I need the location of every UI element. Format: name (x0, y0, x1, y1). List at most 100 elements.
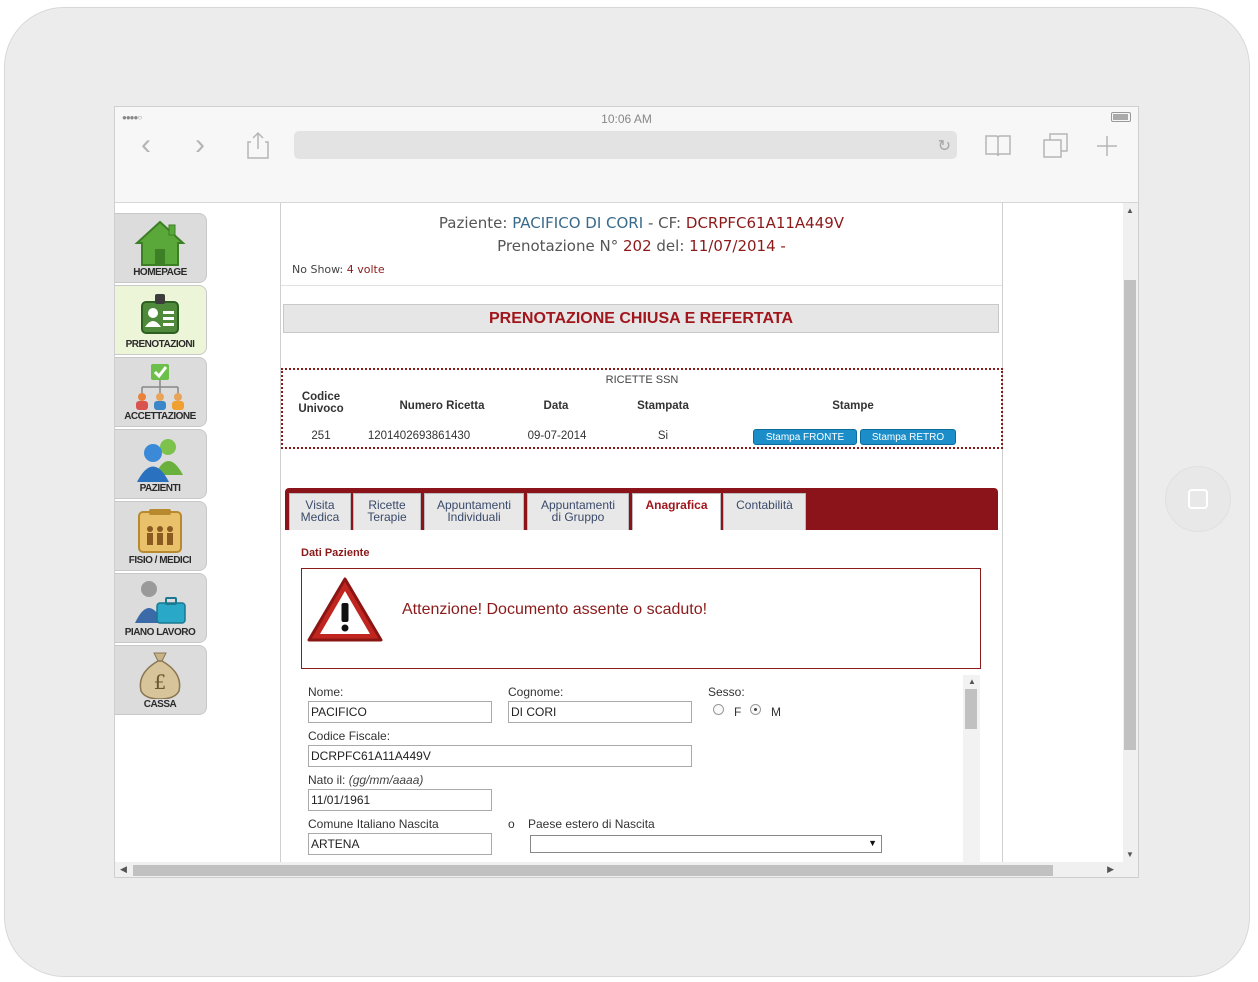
staff-icon (138, 509, 182, 553)
reload-icon[interactable]: ↻ (938, 136, 951, 156)
cognome-label: Cognome: (508, 685, 564, 699)
document-alert: Attenzione! Documento assente o scaduto! (301, 568, 981, 669)
sidebar-item-cassa[interactable]: £ CASSA (115, 645, 207, 715)
tab-bar: Visita Medica Ricette Terapie Appuntamenti… (285, 488, 998, 530)
status-banner: PRENOTAZIONE CHIUSA E REFERTATA (283, 304, 999, 333)
col-header-numero: Numero Ricetta (399, 400, 485, 412)
page-horizontal-scrollbar[interactable]: ◀ ▶ (115, 862, 1138, 877)
id-badge-icon (141, 294, 179, 334)
scroll-left-icon[interactable]: ◀ (120, 864, 127, 875)
cell-data: 09-07-2014 (527, 430, 587, 442)
section-title: Dati Paziente (301, 547, 370, 559)
col-header-data: Data (543, 400, 569, 412)
comune-field[interactable]: ARTENA (308, 833, 492, 855)
vertical-scroll-thumb[interactable] (1124, 280, 1136, 750)
battery-icon (1111, 112, 1131, 122)
comune-label: Comune Italiano Nascita (308, 817, 439, 831)
tab-visita-medica[interactable]: Visita Medica (289, 493, 351, 530)
tabs-icon[interactable] (1043, 133, 1069, 159)
booking-info: Prenotazione N° 202 del: 11/07/2014 - (497, 237, 786, 255)
codice-fiscale-field[interactable]: DCRPFC61A11A449V (308, 745, 692, 767)
cognome-field[interactable]: DI CORI (508, 701, 692, 723)
bookmarks-icon[interactable] (985, 134, 1011, 158)
scroll-down-icon[interactable]: ▼ (1126, 850, 1134, 859)
tab-appuntamenti-gruppo[interactable]: Appuntamenti di Gruppo (527, 493, 629, 530)
col-header-stampe: Stampe (832, 400, 874, 412)
sesso-f-label: F (734, 705, 742, 719)
sidebar-item-label: ACCETTAZIONE (124, 411, 196, 422)
browser-toolbar: ●●●●○ 10:06 AM ‹ › ↻ (115, 107, 1138, 203)
or-label: o (508, 817, 515, 831)
sidebar-item-label: CASSA (143, 699, 177, 710)
tablet-home-button[interactable] (1165, 466, 1231, 532)
browser-window: ●●●●○ 10:06 AM ‹ › ↻ HOMEPAGE PRENOTAZIO… (114, 106, 1139, 878)
sidebar-item-fisio-medici[interactable]: FISIO / MEDICI (115, 501, 207, 571)
main-panel: Paziente: PACIFICO DI CORI - CF: DCRPFC6… (280, 203, 1003, 862)
ricette-ssn-box: RICETTE SSN Codice Univoco Numero Ricett… (281, 368, 1003, 449)
cell-stampata: Si (657, 430, 669, 442)
ricette-title: RICETTE SSN (605, 374, 679, 386)
sidebar-item-pazienti[interactable]: PAZIENTI (115, 429, 207, 499)
scroll-up-icon[interactable]: ▲ (1126, 206, 1134, 215)
sidebar-item-label: PAZIENTI (139, 483, 181, 494)
sidebar-item-accettazione[interactable]: ACCETTAZIONE (115, 357, 207, 427)
codice-fiscale-label: Codice Fiscale: (308, 729, 391, 743)
forward-icon[interactable]: › (195, 129, 205, 161)
divider (281, 285, 1002, 286)
sesso-m-radio[interactable] (750, 704, 761, 715)
col-header-codice: Codice Univoco (298, 391, 344, 415)
booking-number: 202 (622, 237, 652, 255)
sidebar-item-homepage[interactable]: HOMEPAGE (115, 213, 207, 283)
chevron-down-icon: ▼ (868, 838, 877, 848)
patient-cf: DCRPFC61A11A449V (685, 214, 845, 232)
cell-numero: 1201402693861430 (367, 430, 471, 442)
scroll-right-icon[interactable]: ▶ (1107, 864, 1114, 875)
sesso-f-radio[interactable] (713, 704, 724, 715)
noshow-count: 4 volte (346, 263, 385, 276)
org-chart-icon (136, 364, 184, 410)
money-bag-icon: £ (139, 652, 181, 699)
new-tab-icon[interactable] (1096, 135, 1118, 157)
sesso-label: Sesso: (708, 685, 745, 699)
share-icon[interactable] (247, 131, 269, 159)
sesso-m-label: M (771, 705, 781, 719)
nato-label: Nato il: (gg/mm/aaaa) (308, 773, 424, 787)
noshow-info: No Show: 4 volte (292, 263, 385, 276)
stampa-fronte-button[interactable]: Stampa FRONTE (753, 429, 857, 445)
patient-form: Nome: PACIFICO Cognome: DI CORI Sesso: F… (301, 673, 981, 862)
page-content: HOMEPAGE PRENOTAZIONI ACCETTAZIONE PAZIE… (115, 203, 1138, 862)
briefcase-icon (135, 581, 186, 624)
cell-codice: 251 (311, 430, 331, 442)
users-icon (137, 439, 183, 482)
nome-field[interactable]: PACIFICO (308, 701, 492, 723)
page-vertical-scrollbar[interactable]: ▲ ▼ (1123, 203, 1138, 862)
sidebar-item-label: FISIO / MEDICI (128, 555, 192, 566)
warning-icon (307, 577, 383, 642)
tab-ricette-terapie[interactable]: Ricette Terapie (353, 493, 421, 530)
sidebar-item-label: HOMEPAGE (133, 267, 187, 278)
sidebar-item-piano-lavoro[interactable]: PIANO LAVORO (115, 573, 207, 643)
tab-appuntamenti-individuali[interactable]: Appuntamenti Individuali (424, 493, 524, 530)
booking-date: 11/07/2014 (689, 237, 776, 255)
alert-message: Attenzione! Documento assente o scaduto! (402, 601, 708, 618)
sidebar-item-label: PIANO LAVORO (124, 627, 196, 638)
date-format-hint: (gg/mm/aaaa) (348, 773, 424, 787)
stampa-retro-button[interactable]: Stampa RETRO (860, 429, 956, 445)
svg-text:£: £ (154, 670, 167, 694)
address-bar[interactable]: ↻ (294, 131, 957, 159)
tab-anagrafica[interactable]: Anagrafica (632, 493, 721, 530)
nome-label: Nome: (308, 685, 344, 699)
horizontal-scroll-thumb[interactable] (133, 865, 1053, 876)
back-icon[interactable]: ‹ (141, 129, 151, 161)
home-icon (134, 220, 186, 266)
status-time: 10:06 AM (601, 112, 652, 126)
data-nascita-field[interactable]: 11/01/1961 (308, 789, 492, 811)
form-scrollbar[interactable]: ▲ (963, 675, 980, 862)
scroll-up-icon[interactable]: ▲ (968, 677, 976, 686)
col-header-stampata: Stampata (637, 400, 689, 412)
tab-contabilita[interactable]: Contabilità (723, 493, 806, 530)
paese-select[interactable]: ▼ (530, 835, 882, 853)
patient-name: PACIFICO DI CORI (512, 214, 644, 232)
sidebar-item-prenotazioni[interactable]: PRENOTAZIONI (115, 285, 207, 355)
form-scroll-thumb[interactable] (965, 689, 977, 729)
